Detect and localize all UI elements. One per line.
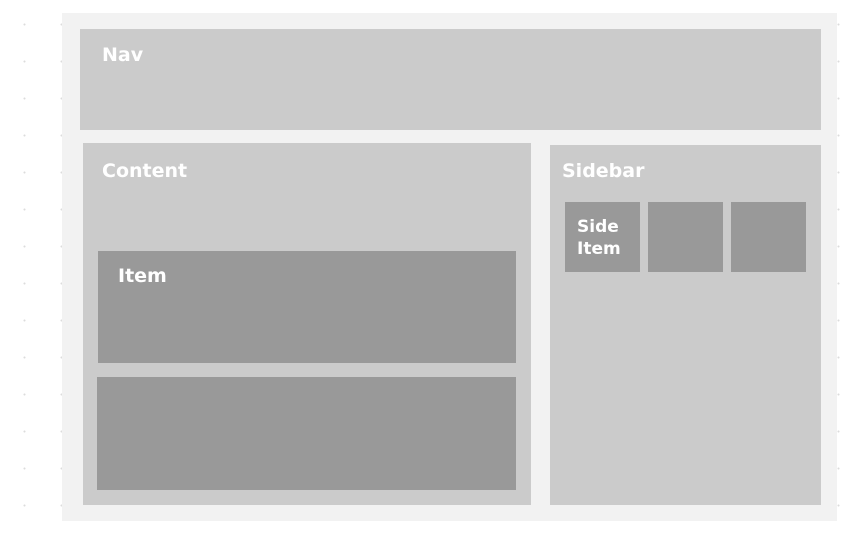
diagram-canvas: Nav Content Item Sidebar Side Item	[0, 0, 846, 534]
content-item-2	[97, 377, 516, 490]
sidebar-region	[550, 145, 821, 505]
sidebar-item-2	[648, 202, 723, 272]
sidebar-item-1-label: Side Item	[577, 217, 621, 259]
nav-region	[80, 29, 821, 130]
sidebar-item-3	[731, 202, 806, 272]
nav-label: Nav	[102, 44, 144, 66]
content-label: Content	[102, 160, 188, 182]
content-item-1-label: Item	[118, 265, 167, 287]
sidebar-label: Sidebar	[562, 160, 645, 182]
